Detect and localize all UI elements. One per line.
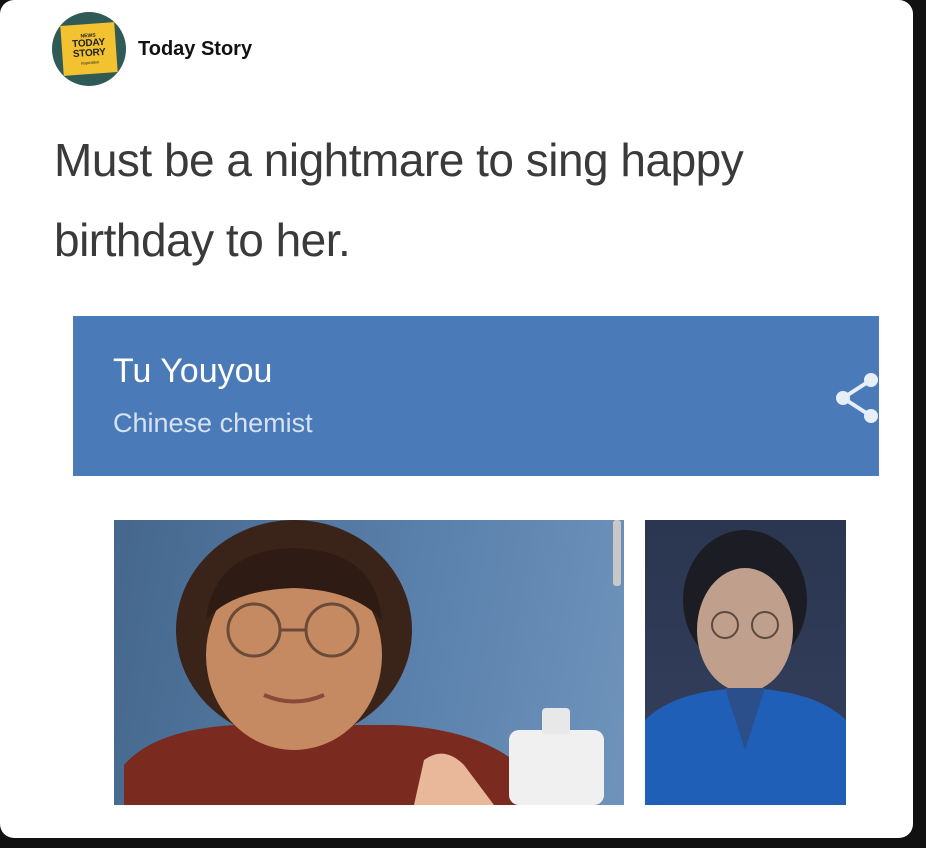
account-name[interactable]: Today Story: [138, 38, 252, 61]
portrait-photo-main[interactable]: [114, 520, 624, 805]
logo-line: Inspiration: [80, 58, 100, 66]
post-header: NEWS TODAY STORY Inspiration Today Story: [52, 12, 252, 86]
share-icon[interactable]: [831, 368, 881, 428]
portrait-photo-icon: [124, 520, 604, 805]
knowledge-panel-header: Tu Youyou Chinese chemist: [73, 316, 879, 476]
carousel-scroll-indicator: [613, 520, 621, 586]
account-avatar[interactable]: NEWS TODAY STORY Inspiration: [52, 12, 126, 86]
knowledge-panel-title: Tu Youyou: [113, 352, 273, 390]
today-story-logo-icon: NEWS TODAY STORY Inspiration: [60, 22, 118, 76]
portrait-photo-secondary[interactable]: [645, 520, 846, 805]
post-caption: Must be a nightmare to sing happy birthd…: [54, 134, 744, 266]
knowledge-panel-subtitle: Chinese chemist: [113, 408, 313, 438]
portrait-photo-icon: [645, 530, 846, 805]
logo-line: STORY: [72, 46, 107, 60]
post-card: NEWS TODAY STORY Inspiration Today Story…: [0, 0, 913, 838]
